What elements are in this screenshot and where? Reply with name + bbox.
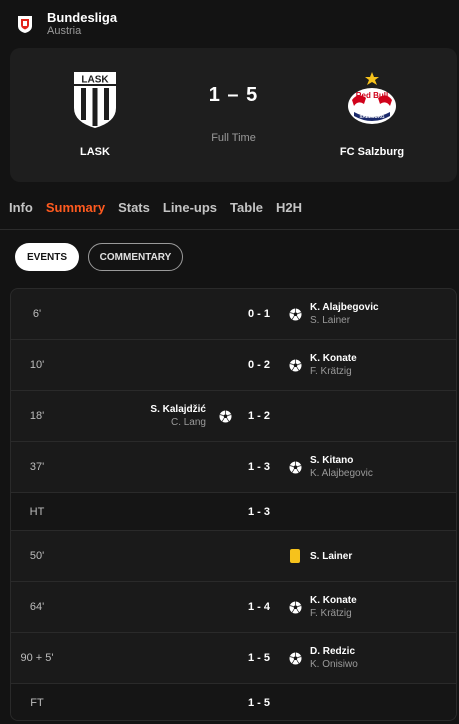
tab-summary[interactable]: Summary	[46, 195, 105, 229]
league-name: Bundesliga	[47, 10, 118, 25]
events-pill[interactable]: EVENTS	[15, 243, 79, 271]
event-minute: 18'	[29, 410, 45, 422]
period-score: 1 - 5	[247, 697, 270, 709]
period-score: 1 - 3	[247, 505, 270, 518]
event-score: 1 - 4	[247, 601, 270, 613]
event-minute: 10'	[29, 359, 45, 371]
event-player[interactable]: K. Konate	[310, 352, 357, 365]
period-row: HT 1 - 3	[11, 493, 456, 531]
tab-line-ups[interactable]: Line-ups	[163, 195, 217, 229]
commentary-pill[interactable]: COMMENTARY	[88, 243, 183, 271]
event-assist[interactable]: K. Onisiwo	[310, 658, 358, 671]
away-team-name: FC Salzburg	[339, 146, 405, 158]
event-row: 18' S. Kalajdžić C. Lang 1 - 2	[11, 391, 456, 442]
event-assist[interactable]: C. Lang	[171, 416, 206, 429]
event-assist[interactable]: F. Krätzig	[310, 607, 357, 620]
event-row: 37' 1 - 3 S. Kitano K. Alajbegovic	[11, 442, 456, 493]
event-player[interactable]: K. Alajbegovic	[310, 301, 379, 314]
tab-h2h[interactable]: H2H	[276, 195, 302, 229]
event-player[interactable]: K. Konate	[310, 594, 357, 607]
event-score: 1 - 5	[247, 652, 270, 664]
football-icon	[287, 289, 303, 339]
football-icon	[287, 340, 303, 390]
home-team-name: LASK	[80, 146, 110, 158]
event-assist[interactable]: F. Krätzig	[310, 365, 357, 378]
event-row: 10' 0 - 2 K. Konate F. Krätzig	[11, 340, 456, 391]
events-timeline: 6' 0 - 1 K. Alajbegovic S. Lainer 10' 0 …	[10, 288, 457, 721]
event-score: 0 - 1	[247, 308, 270, 320]
league-header[interactable]: Bundesliga Austria	[15, 10, 117, 38]
event-player[interactable]: S. Lainer	[310, 550, 352, 563]
event-row: 6' 0 - 1 K. Alajbegovic S. Lainer	[11, 289, 456, 340]
event-minute: 6'	[32, 308, 42, 320]
event-row: 90 + 5' 1 - 5 D. Redzic K. Onisiwo	[11, 633, 456, 684]
salzburg-logo-subtext: SALZBURG	[360, 114, 385, 119]
event-score: 0 - 2	[247, 359, 270, 371]
event-minute: 64'	[29, 601, 45, 613]
event-row: 50' S. Lainer	[11, 531, 456, 582]
football-icon	[217, 391, 233, 441]
home-team[interactable]: LASK LASK	[30, 68, 160, 158]
football-icon	[287, 442, 303, 492]
event-minute: 50'	[29, 550, 45, 562]
event-minute: 37'	[29, 461, 45, 473]
event-assist[interactable]: K. Alajbegovic	[310, 467, 373, 480]
football-icon	[287, 582, 303, 632]
tab-stats[interactable]: Stats	[118, 195, 150, 229]
event-score: 1 - 2	[247, 410, 270, 422]
bundesliga-austria-logo-icon	[15, 14, 35, 34]
event-player[interactable]: S. Kalajdžić	[150, 403, 206, 416]
event-player[interactable]: D. Redzic	[310, 645, 358, 658]
period-label: FT	[30, 697, 44, 709]
league-country: Austria	[47, 25, 82, 37]
period-label: HT	[29, 505, 45, 518]
tab-info[interactable]: Info	[9, 195, 33, 229]
yellow-card-icon	[287, 531, 303, 581]
event-assist[interactable]: S. Lainer	[310, 314, 379, 327]
event-row: 64' 1 - 4 K. Konate F. Krätzig	[11, 582, 456, 633]
event-minute: 90 + 5'	[20, 652, 54, 664]
summary-filter: EVENTS COMMENTARY	[15, 243, 192, 271]
period-row: FT 1 - 5	[11, 684, 456, 720]
tab-table[interactable]: Table	[230, 195, 263, 229]
away-team[interactable]: Red Bull SALZBURG FC Salzburg	[307, 68, 437, 158]
salzburg-logo-icon: Red Bull SALZBURG	[337, 68, 407, 132]
match-scoreboard: LASK LASK 1 – 5 Full Time Red Bull SALZB…	[10, 48, 457, 182]
football-icon	[287, 633, 303, 683]
salzburg-logo-text: Red Bull	[356, 91, 388, 100]
event-score: 1 - 3	[247, 461, 270, 473]
event-player[interactable]: S. Kitano	[310, 454, 373, 467]
match-tabs: Info Summary Stats Line-ups Table H2H	[0, 195, 459, 230]
